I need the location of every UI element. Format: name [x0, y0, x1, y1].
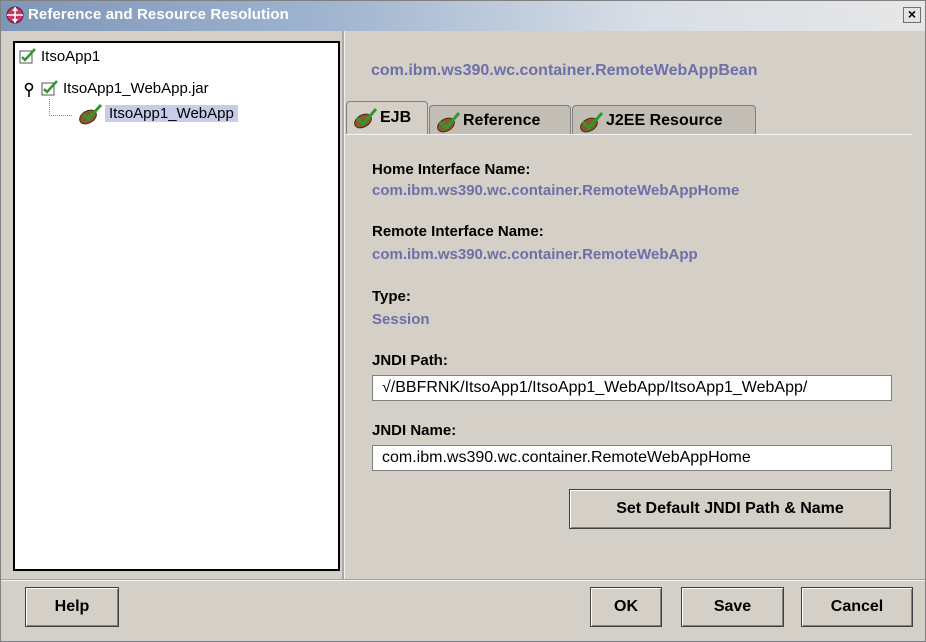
save-button[interactable]: Save — [681, 587, 784, 627]
tree-node-webapp[interactable]: ItsoApp1_WebApp — [77, 103, 297, 127]
tree-connector — [49, 99, 72, 116]
expanded-node-icon[interactable] — [23, 82, 35, 98]
jndi-path-input[interactable]: √/BBFRNK/ItsoApp1/ItsoApp1_WebApp/ItsoAp… — [372, 375, 892, 401]
set-default-jndi-button[interactable]: Set Default JNDI Path & Name — [569, 489, 891, 529]
type-label: Type: — [372, 288, 411, 305]
bean-check-icon — [437, 112, 461, 133]
cancel-button[interactable]: Cancel — [801, 587, 913, 627]
title-bar[interactable]: Reference and Resource Resolution × — [1, 1, 925, 31]
help-button[interactable]: Help — [25, 587, 119, 627]
module-tree[interactable]: ItsoApp1 ItsoApp1_WebApp.jar ItsoApp1_We… — [13, 41, 340, 571]
ok-button[interactable]: OK — [590, 587, 662, 627]
split-pane-divider[interactable] — [342, 31, 345, 579]
resolution-dialog: Reference and Resource Resolution × Itso… — [0, 0, 926, 642]
tab-label: J2EE Resource — [606, 112, 723, 129]
home-interface-value: com.ibm.ws390.wc.container.RemoteWebAppH… — [372, 182, 740, 199]
bean-check-icon — [354, 108, 378, 129]
jndi-name-label: JNDI Name: — [372, 422, 457, 439]
remote-interface-value: com.ibm.ws390.wc.container.RemoteWebApp — [372, 246, 698, 263]
tab-label: EJB — [380, 109, 412, 126]
jndi-name-input[interactable]: com.ibm.ws390.wc.container.RemoteWebAppH… — [372, 445, 892, 471]
remote-interface-label: Remote Interface Name: — [372, 223, 544, 240]
tree-node-label: ItsoApp1 — [41, 48, 101, 65]
app-globe-icon — [6, 6, 24, 24]
tree-node-label: ItsoApp1_WebApp — [105, 105, 238, 122]
tree-node-jar[interactable]: ItsoApp1_WebApp.jar — [19, 79, 299, 101]
tree-node-root[interactable]: ItsoApp1 — [19, 47, 219, 69]
type-value: Session — [372, 311, 430, 328]
close-button[interactable]: × — [903, 7, 921, 23]
tab-ejb[interactable]: EJB — [346, 101, 428, 135]
tab-label: Reference — [463, 112, 541, 129]
tab-reference[interactable]: Reference — [429, 105, 571, 135]
window-title: Reference and Resource Resolution — [28, 6, 289, 23]
jndi-path-value: √/BBFRNK/ItsoApp1/ItsoApp1_WebApp/ItsoAp… — [382, 379, 808, 396]
jndi-name-value: com.ibm.ws390.wc.container.RemoteWebAppH… — [382, 449, 751, 466]
bean-check-icon — [79, 103, 103, 125]
bean-check-icon — [580, 112, 604, 133]
close-icon: × — [907, 6, 917, 22]
checked-box-icon — [19, 48, 36, 64]
footer-separator-highlight — [1, 580, 925, 581]
jndi-path-label: JNDI Path: — [372, 352, 448, 369]
tree-node-label: ItsoApp1_WebApp.jar — [63, 80, 209, 97]
home-interface-label: Home Interface Name: — [372, 161, 531, 178]
tab-j2ee-resource[interactable]: J2EE Resource — [572, 105, 756, 135]
checked-box-icon — [41, 80, 58, 96]
bean-class-title: com.ibm.ws390.wc.container.RemoteWebAppB… — [371, 62, 758, 79]
